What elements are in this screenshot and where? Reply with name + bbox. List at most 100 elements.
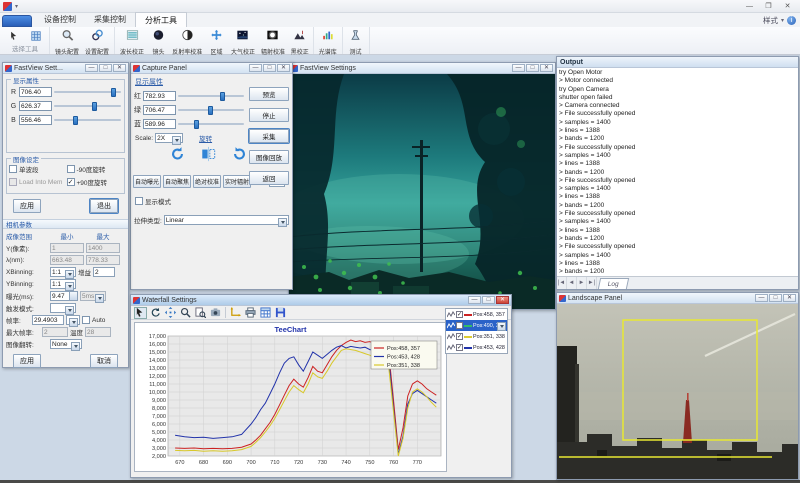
window-restore-button[interactable]: ❐ (759, 1, 778, 12)
rotate-right-icon[interactable] (231, 146, 248, 167)
ribbon-button-波长校正[interactable]: 波长校正 (118, 28, 146, 56)
ribbon-button-镜头[interactable]: 镜头 (148, 28, 168, 56)
framerate-field[interactable]: 29.4903 (32, 315, 64, 325)
wf-rotate-button[interactable] (149, 307, 162, 319)
help-icon[interactable]: i (787, 16, 796, 25)
fvs-wavelength-input[interactable]: 706.40 (19, 87, 52, 97)
ribbon-button-反射率校准[interactable]: 反射率校准 (170, 28, 205, 56)
stretch-type-select[interactable]: Linear (164, 215, 289, 225)
fastview-close-button[interactable]: ✕ (540, 64, 553, 72)
camera-cancel-button[interactable]: 取消 (90, 354, 118, 368)
fastview-minimize-button[interactable]: — (512, 64, 525, 72)
ribbon-button-辐射校准[interactable]: 辐射校准 (259, 28, 287, 56)
wf-snapshot-button[interactable] (209, 307, 222, 319)
fvs-minimize-button[interactable]: — (85, 64, 98, 72)
capture-slider-track[interactable] (178, 123, 244, 125)
landscape-minimize-button[interactable]: — (755, 294, 768, 302)
fastview-window-titlebar[interactable]: FastView Settings — □ ✕ (289, 63, 555, 74)
display-mode-checkbox[interactable] (135, 197, 143, 205)
wf-zoom-button[interactable] (179, 307, 192, 319)
tab-scroll-next-button[interactable]: ► (577, 277, 587, 289)
action-button-预览[interactable]: 预览 (249, 87, 289, 101)
action-button-停止[interactable]: 停止 (249, 108, 289, 122)
wf-print-button[interactable] (244, 307, 257, 319)
ribbon-button-设置配置[interactable]: 设置配置 (83, 28, 111, 56)
landscape-close-button[interactable]: ✕ (783, 294, 796, 302)
capture-wavelength-input[interactable]: 782.93 (143, 91, 176, 101)
fvs-slider-track[interactable] (54, 105, 121, 107)
checkbox--90度旋转[interactable] (67, 165, 75, 173)
landscape-maximize-button[interactable]: □ (769, 294, 782, 302)
action-button-返回[interactable]: 返回 (249, 171, 289, 185)
fvs-apply-button[interactable]: 应用 (13, 199, 41, 213)
capture-display-properties-link[interactable]: 显示属性 (135, 77, 288, 87)
waterfall-close-button[interactable]: ✕ (496, 296, 509, 304)
ribbon-button-grid[interactable] (26, 28, 46, 46)
gain-field[interactable]: 2 (93, 267, 115, 277)
capture-wavelength-input[interactable]: 706.47 (143, 105, 176, 115)
file-menu-button[interactable] (2, 15, 32, 27)
ribbon-button-黑校正[interactable]: 黑校正 (289, 28, 311, 56)
ribbon-button-镜头配置[interactable]: 镜头配置 (53, 28, 81, 56)
checkbox-+90度旋转[interactable]: ✓ (67, 178, 75, 186)
trigger-mode-select[interactable] (50, 303, 76, 313)
ribbon-button-光谱库[interactable]: 光谱库 (317, 28, 339, 56)
series-row[interactable]: ✓Pos:351, 338 (446, 331, 507, 342)
window-close-button[interactable]: ✕ (778, 1, 797, 12)
series-row[interactable]: ✓Pos:458, 357 (446, 309, 507, 320)
fvs-maximize-button[interactable]: □ (99, 64, 112, 72)
action-button-图像回放[interactable]: 图像回放 (249, 150, 289, 164)
tab-log[interactable]: Log (598, 278, 629, 289)
landscape-camera-scene[interactable] (557, 304, 798, 479)
quick-access-caret-icon[interactable]: ▾ (15, 3, 18, 10)
wf-depth-button[interactable] (229, 307, 242, 319)
capture-slider-thumb[interactable] (220, 92, 225, 101)
camera-params-header[interactable]: 相机参数 (3, 219, 128, 229)
ribbon-button-区域[interactable]: 区域 (207, 28, 227, 56)
capture-minimize-button[interactable]: — (249, 64, 262, 72)
wf-zoom-page-button[interactable] (194, 307, 207, 319)
fastview-preview-scene[interactable] (289, 74, 555, 309)
style-caret-icon[interactable]: ▾ (781, 17, 784, 24)
waterfall-maximize-button[interactable]: □ (482, 296, 495, 304)
capture-maximize-button[interactable]: □ (263, 64, 276, 72)
fvs-exit-button[interactable]: 退出 (90, 199, 118, 213)
series-checkbox[interactable]: ✓ (456, 344, 463, 351)
wf-grid-button[interactable] (259, 307, 272, 319)
window-minimize-button[interactable]: — (740, 1, 759, 12)
ribbon-button-测试[interactable]: 测试 (346, 28, 366, 56)
fvs-wavelength-input[interactable]: 626.37 (19, 101, 52, 111)
camera-apply-button[interactable]: 应用 (13, 354, 41, 368)
checkbox-单波段[interactable] (9, 165, 17, 173)
fvs-slider-track[interactable] (54, 119, 121, 121)
capture-slider-thumb[interactable] (194, 120, 199, 129)
tool-button-绝对校准[interactable]: 绝对校准 (193, 175, 221, 188)
fastview-maximize-button[interactable]: □ (526, 64, 539, 72)
style-picker-label[interactable]: 样式 (763, 15, 778, 26)
fvs-slider-thumb[interactable] (92, 102, 97, 111)
wf-save-button[interactable] (274, 307, 287, 319)
fastview-settings-titlebar[interactable]: FastView Sett... — □ ✕ (3, 63, 128, 74)
image-flip-select[interactable]: None (50, 339, 82, 349)
series-checkbox[interactable]: ✓ (456, 333, 463, 340)
fvs-slider-track[interactable] (54, 91, 121, 93)
ybinning-select[interactable]: 1:1 (50, 279, 76, 289)
output-log[interactable]: try Open Motor> Motor connectedtry Open … (557, 68, 798, 276)
tab-采集控制[interactable]: 采集控制 (85, 12, 135, 27)
fvs-slider-thumb[interactable] (111, 88, 116, 97)
tool-button-实时辐射[interactable]: 实时辐射 (223, 175, 251, 188)
tool-button-自动曝光[interactable]: 自动曝光 (133, 175, 161, 188)
series-row[interactable]: ✓Pos:453, 428 (446, 342, 507, 353)
scale-select[interactable]: 2X (155, 133, 183, 143)
ribbon-button-cursor[interactable] (4, 28, 24, 46)
tab-分析工具[interactable]: 分析工具 (135, 12, 187, 27)
capture-wavelength-input[interactable]: 589.96 (143, 119, 176, 129)
series-row[interactable]: Pos:490, 347 (446, 320, 507, 331)
rotate-left-icon[interactable] (169, 146, 186, 167)
waterfall-minimize-button[interactable]: — (468, 296, 481, 304)
fvs-slider-thumb[interactable] (73, 116, 78, 125)
tab-设备控制[interactable]: 设备控制 (35, 12, 85, 27)
exposure-spinner[interactable]: 9.47 (50, 291, 78, 301)
tool-button-自动聚焦[interactable]: 自动聚焦 (163, 175, 191, 188)
wf-cursor-button[interactable] (134, 307, 147, 319)
